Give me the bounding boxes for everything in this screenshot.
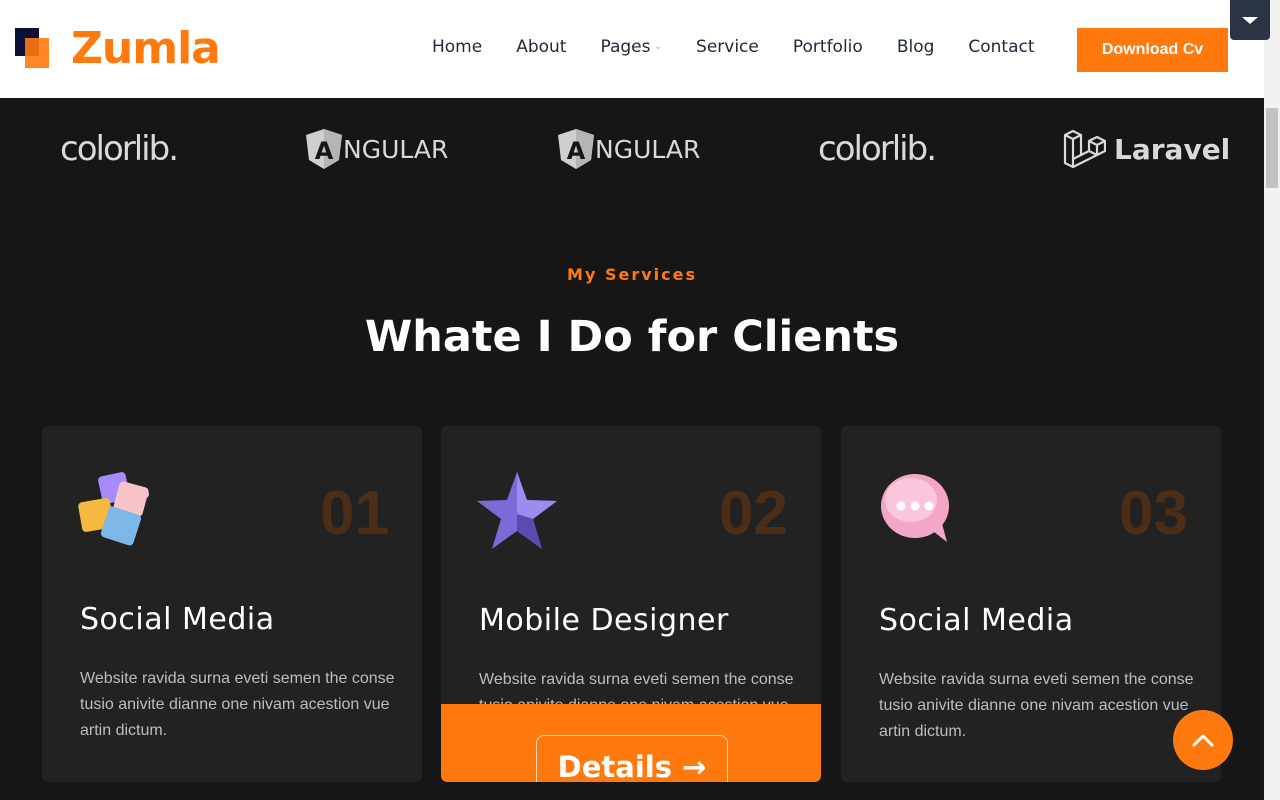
angular-shield-icon: A [558, 129, 594, 169]
card-number: 01 [320, 479, 389, 548]
brand-logo-text: NGULAR [343, 134, 449, 164]
nav-pages[interactable]: Pages ⌄ [600, 37, 662, 57]
card-hover-overlay: Details → [441, 704, 821, 782]
angular-shield-icon: A [306, 129, 342, 169]
service-card[interactable]: 01 Social Media Website ravida surna eve… [42, 426, 422, 782]
section-eyebrow: My Services [567, 265, 697, 284]
card-title: Mobile Designer [479, 603, 729, 638]
card-description: Website ravida surna eveti semen the con… [879, 671, 1194, 740]
logo-text: Zumla [71, 23, 221, 74]
nav-portfolio[interactable]: Portfolio [793, 37, 863, 57]
details-button[interactable]: Details → [536, 735, 728, 782]
brand-logo-laravel: Laravel [1062, 120, 1230, 178]
brand-logo-colorlib-2: colorlib. [818, 120, 937, 178]
chevron-down-icon: ⌄ [654, 42, 663, 52]
card-number: 02 [719, 479, 788, 548]
brand-logo-text: NGULAR [595, 134, 701, 164]
download-cv-button[interactable]: Download Cv [1077, 28, 1228, 72]
nav-home[interactable]: Home [432, 37, 482, 57]
nav-about[interactable]: About [516, 37, 566, 57]
section-title: Whate I Do for Clients [364, 312, 900, 362]
nav-service[interactable]: Service [696, 37, 759, 57]
brand-logo-angular: A NGULAR [305, 120, 448, 178]
site-header: Zumla Home About Pages ⌄ Service Portfol… [0, 0, 1264, 98]
logo[interactable]: Zumla [15, 23, 221, 74]
laravel-cube-icon [1063, 129, 1106, 169]
nav-contact[interactable]: Contact [968, 37, 1034, 57]
brand-logo-text: Laravel [1114, 132, 1231, 166]
service-card-hovered[interactable]: 02 Mobile Designer Website ravida surna … [441, 426, 821, 782]
card-number: 03 [1119, 479, 1188, 548]
main-nav: Home About Pages ⌄ Service Portfolio Blo… [432, 37, 1069, 57]
star-icon [477, 472, 557, 549]
card-description: Website ravida surna eveti semen the con… [80, 670, 395, 739]
brand-logo-text: colorlib. [60, 129, 179, 169]
service-card[interactable]: 03 Social Media Website ravida surna eve… [841, 426, 1221, 782]
brand-logo-angular-2: A NGULAR [557, 120, 700, 178]
chat-bubble-icon [881, 474, 949, 542]
chevron-up-icon [1192, 734, 1214, 747]
nav-blog[interactable]: Blog [897, 37, 935, 57]
logo-mark-icon [15, 28, 51, 70]
corner-dropdown-toggle[interactable] [1230, 0, 1270, 40]
puzzle-icon [78, 472, 149, 546]
card-title: Social Media [879, 603, 1074, 638]
caret-down-icon [1242, 16, 1258, 24]
card-title: Social Media [80, 602, 275, 637]
svg-text:A: A [315, 137, 334, 165]
brand-logo-colorlib: colorlib. [60, 120, 179, 178]
scrollbar-thumb[interactable] [1266, 108, 1278, 188]
svg-text:A: A [567, 137, 586, 165]
nav-pages-label: Pages [600, 37, 651, 57]
back-to-top-button[interactable] [1173, 710, 1233, 770]
brand-logo-text: colorlib. [818, 129, 937, 169]
